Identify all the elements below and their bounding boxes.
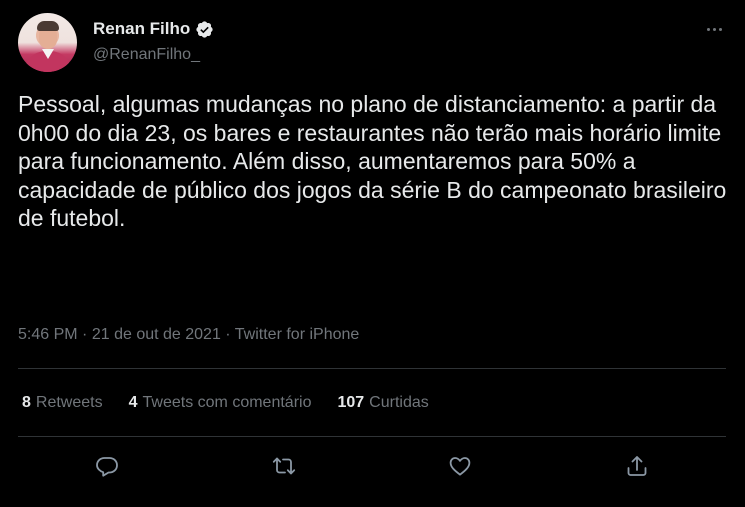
retweet-icon bbox=[272, 457, 296, 475]
likes-stat[interactable]: 107 Curtidas bbox=[337, 392, 428, 414]
more-dot bbox=[718, 27, 722, 31]
tweet-time[interactable]: 5:46 PM bbox=[18, 326, 78, 343]
author-name-row: Renan Filho bbox=[93, 18, 214, 40]
verified-badge-icon bbox=[195, 20, 214, 39]
heart-icon bbox=[449, 457, 471, 476]
tweet-meta: 5:46 PM · 21 de out de 2021 · Twitter fo… bbox=[18, 324, 359, 346]
more-options-icon[interactable] bbox=[700, 19, 728, 39]
meta-separator: · bbox=[225, 326, 235, 343]
share-button[interactable] bbox=[622, 451, 652, 481]
tweet-detail: Renan Filho @RenanFilho_ Pessoal, alguma… bbox=[0, 0, 745, 507]
tweet-text: Pessoal, algumas mudanças no plano de di… bbox=[18, 91, 727, 231]
share-icon bbox=[627, 456, 647, 476]
quotes-count: 4 bbox=[128, 394, 138, 411]
divider bbox=[18, 368, 726, 369]
avatar[interactable] bbox=[18, 13, 77, 72]
retweet-button[interactable] bbox=[269, 451, 299, 481]
reply-button[interactable] bbox=[92, 451, 122, 481]
meta-separator: · bbox=[82, 326, 92, 343]
avatar-hair bbox=[37, 21, 59, 31]
divider bbox=[18, 436, 726, 437]
quotes-stat[interactable]: 4 Tweets com comentário bbox=[129, 392, 312, 414]
user-handle[interactable]: @RenanFilho_ bbox=[93, 44, 200, 66]
display-name[interactable]: Renan Filho bbox=[93, 18, 190, 40]
tweet-source[interactable]: Twitter for iPhone bbox=[235, 326, 360, 343]
tweet-date[interactable]: 21 de out de 2021 bbox=[92, 326, 221, 343]
retweets-count: 8 bbox=[22, 394, 31, 411]
tweet-actions bbox=[0, 451, 745, 481]
retweets-stat[interactable]: 8 Retweets bbox=[22, 392, 103, 414]
reply-icon bbox=[96, 457, 118, 477]
like-button[interactable] bbox=[445, 451, 475, 481]
tweet-stats: 8 Retweets 4 Tweets com comentário 107 C… bbox=[22, 392, 455, 414]
retweets-label: Retweets bbox=[35, 394, 103, 411]
quotes-label: Tweets com comentário bbox=[142, 394, 312, 411]
likes-label: Curtidas bbox=[369, 394, 429, 411]
more-dot bbox=[706, 27, 710, 31]
likes-count: 107 bbox=[337, 394, 365, 411]
more-dot bbox=[712, 27, 716, 31]
